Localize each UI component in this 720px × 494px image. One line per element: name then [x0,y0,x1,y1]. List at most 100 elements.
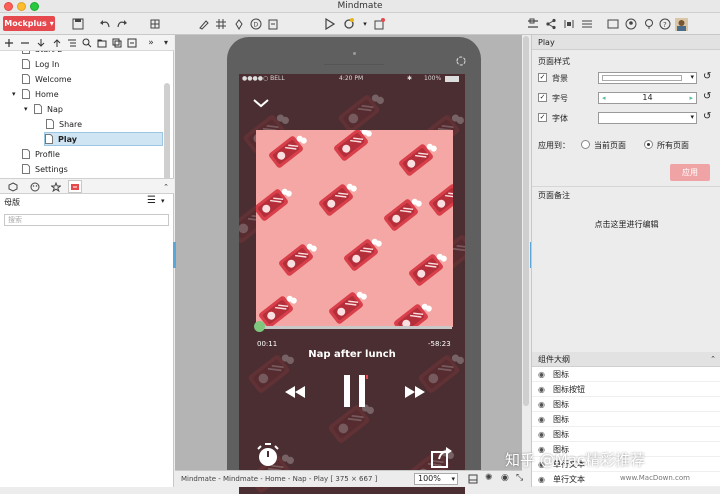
outline-item[interactable]: ◉ 图标 [532,397,720,412]
export-page-icon[interactable] [126,36,138,49]
align-icon[interactable] [525,16,541,32]
page-tree-item[interactable]: Start-2 [22,51,150,56]
brush-icon[interactable] [196,16,212,32]
play-preview-icon[interactable] [321,16,337,32]
fontsize-stepper[interactable]: ◂ 14 ▸ [598,92,697,104]
library-tabs: ⌃ [0,178,174,194]
current-page-radio[interactable] [581,140,590,149]
eye-icon[interactable]: ◉ [538,475,545,484]
page-tree-item[interactable]: Welcome [22,72,150,86]
device-icon[interactable] [468,474,478,484]
collapse-outline-icon[interactable]: ⌃ [710,352,716,367]
location-icon[interactable] [641,16,657,32]
masters-search-input[interactable]: 搜索 [4,214,169,226]
menu-icon[interactable]: ☰ [147,195,156,206]
reset-icon[interactable]: ↺ [703,111,711,122]
more-icon[interactable] [579,16,595,32]
chevron-down-icon[interactable]: ▾ [161,197,165,205]
progress-track[interactable] [253,321,452,332]
settings-gear-icon[interactable]: ✺ [485,473,493,483]
expand-triangle-icon[interactable]: ▾ [12,90,16,98]
tab-masters[interactable] [68,180,82,193]
canvas-vertical-scrollbar[interactable] [523,36,529,406]
left-splitter-handle[interactable] [173,242,176,268]
page-tree-item[interactable]: ▾ Home [12,87,150,101]
collapse-icon[interactable]: ▾ [160,36,172,49]
reset-icon[interactable]: ↺ [703,91,711,102]
distribute-icon[interactable] [561,16,577,32]
undo-icon[interactable] [97,16,113,32]
fontsize-checkbox[interactable]: ✓ [538,93,547,102]
notes-editor[interactable]: 点击这里进行编辑 [532,219,720,230]
user-avatar[interactable] [673,16,689,32]
eye-icon[interactable]: ◉ [501,473,509,483]
grid-icon[interactable] [213,16,229,32]
interaction-icon[interactable] [231,16,247,32]
eye-icon[interactable]: ◉ [538,415,545,424]
font-checkbox[interactable]: ✓ [538,113,547,122]
rotate-device-icon[interactable] [455,55,467,67]
grid-settings-icon[interactable] [147,16,163,32]
page-tree-item[interactable]: Settings [22,162,150,176]
background-color-field[interactable]: ▾ [598,72,697,84]
outline-item[interactable]: ◉ 图标 [532,367,720,382]
fullscreen-icon[interactable] [605,16,621,32]
tab-favorites[interactable] [49,180,63,193]
outline-item[interactable]: ◉ 图标按钮 [532,382,720,397]
page-tree-item[interactable]: ▾ Nap [24,102,150,116]
publish-icon[interactable] [371,16,387,32]
progress-knob[interactable] [253,321,265,332]
eye-icon[interactable]: ◉ [538,430,545,439]
share-out-icon[interactable] [431,446,453,468]
export-icon[interactable] [265,16,281,32]
apply-button[interactable]: 应用 [670,164,710,181]
data-icon[interactable]: D [248,16,264,32]
redo-icon[interactable] [114,16,130,32]
zoom-select[interactable]: 100% ▾ [414,473,458,485]
tab-icons[interactable] [28,180,42,193]
outline-item[interactable]: ◉ 图标 [532,412,720,427]
move-up-icon[interactable] [51,36,63,49]
move-down-icon[interactable] [35,36,47,49]
page-tree-item[interactable]: Profile [22,147,150,161]
share-icon[interactable] [543,16,559,32]
add-page-icon[interactable] [3,36,15,49]
copy-page-icon[interactable] [111,36,123,49]
save-icon[interactable] [70,16,86,32]
eye-icon[interactable]: ◉ [538,385,545,394]
outline-item-label: 图标按钮 [552,384,585,394]
team-icon[interactable] [623,16,639,32]
collapse-library-icon[interactable]: ⌃ [159,180,173,193]
page-tree-item[interactable]: Share [46,117,150,131]
outline-item[interactable]: ◉ 图标 [532,427,720,442]
collapse-chevron-icon[interactable] [253,97,269,109]
search-icon[interactable] [81,36,93,49]
remove-page-icon[interactable] [19,36,31,49]
fast-forward-button[interactable] [404,385,426,399]
pages-scrollbar[interactable] [164,83,170,183]
brand-menu-button[interactable]: Mockplus ▾ [3,16,55,31]
pause-button[interactable] [342,374,368,408]
eye-icon[interactable]: ◉ [538,400,545,409]
page-tree-item[interactable]: Log In [22,57,150,71]
decrement-icon[interactable]: ◂ [602,93,606,103]
tab-components[interactable] [6,180,20,193]
sleep-timer-icon[interactable] [255,442,281,468]
help-icon[interactable]: ? [657,16,673,32]
reset-icon[interactable]: ↺ [703,71,711,82]
all-pages-radio[interactable] [644,140,653,149]
outline-heading: 组件大纲 [538,355,570,364]
background-checkbox[interactable]: ✓ [538,73,547,82]
rewind-button[interactable] [284,385,306,399]
increment-icon[interactable]: ▸ [689,93,693,103]
expand-triangle-icon[interactable]: ▾ [24,105,28,113]
page-tree-item[interactable]: Play [44,132,163,146]
connector-icon[interactable]: ⤡ [516,473,523,483]
eye-icon[interactable]: ◉ [538,370,545,379]
folder-icon[interactable] [96,36,108,49]
fontsize-value: 14 [642,93,653,102]
font-select[interactable]: ▾ [598,112,697,124]
page-list-icon[interactable] [66,36,78,49]
more-arrows-icon[interactable]: » [145,36,157,49]
sync-icon[interactable] [341,16,357,32]
